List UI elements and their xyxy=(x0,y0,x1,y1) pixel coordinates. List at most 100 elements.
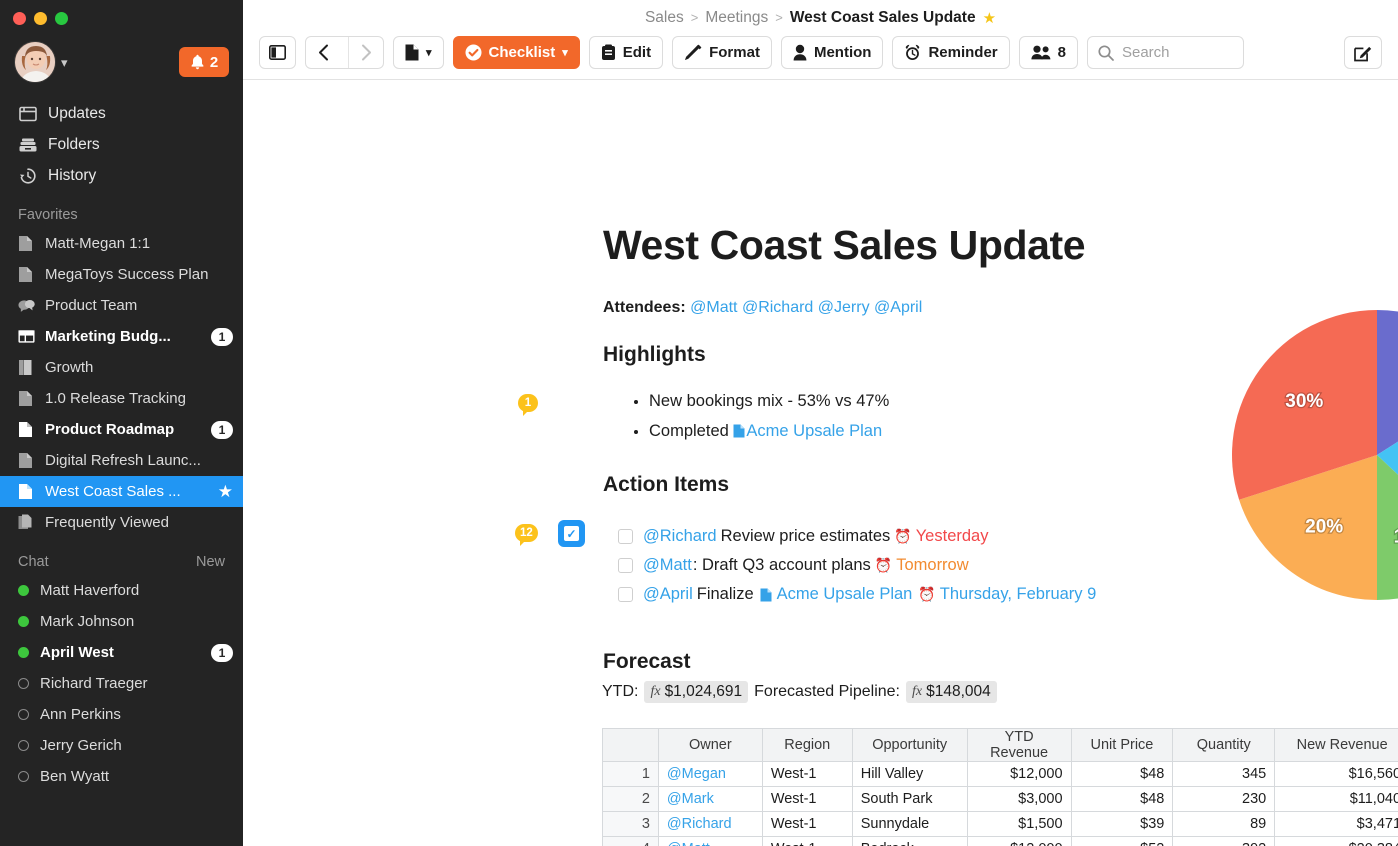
pipeline-value-chip[interactable]: fx $148,004 xyxy=(906,681,997,703)
column-header-new-revenue[interactable]: New Revenue xyxy=(1274,728,1398,762)
cell-owner[interactable]: @Matt xyxy=(657,836,763,846)
table-row[interactable]: 2 @Mark West-1 South Park $3,000 $48 230… xyxy=(602,786,1398,812)
link-acme-upsale-plan[interactable]: Acme Upsale Plan xyxy=(746,422,882,440)
due-date[interactable]: Yesterday xyxy=(916,527,989,546)
column-header-ytd-revenue[interactable]: YTD Revenue xyxy=(966,728,1072,762)
cell-quantity[interactable]: 392 xyxy=(1172,836,1276,846)
checkbox[interactable] xyxy=(618,587,633,602)
comment-badge-actions[interactable]: 12 xyxy=(515,524,538,546)
sidebar-item-product-roadmap[interactable]: Product Roadmap 1 xyxy=(0,414,243,445)
mention-april[interactable]: @April xyxy=(874,299,922,316)
cell-region[interactable]: West-1 xyxy=(761,761,853,787)
compose-button[interactable] xyxy=(1344,36,1382,69)
toggle-sidebar-button[interactable] xyxy=(259,36,296,69)
cell-unit-price[interactable]: $48 xyxy=(1070,761,1174,787)
star-icon[interactable]: ★ xyxy=(218,483,233,500)
cell-unit-price[interactable]: $39 xyxy=(1070,811,1174,837)
mention-button[interactable]: Mention xyxy=(780,36,884,69)
chat-item-april-west[interactable]: April West 1 xyxy=(0,637,243,668)
mention-jerry[interactable]: @Jerry xyxy=(818,299,870,316)
chat-item-matt-haverford[interactable]: Matt Haverford xyxy=(0,575,243,606)
cell-new-revenue[interactable]: $11,040 xyxy=(1274,786,1398,812)
pie-slice-0[interactable] xyxy=(1377,310,1398,455)
pie-chart[interactable]: 16%21%13%20%30% xyxy=(1231,309,1398,601)
mention-richard[interactable]: @Richard xyxy=(643,527,717,546)
checkbox[interactable] xyxy=(618,529,633,544)
cell-region[interactable]: West-1 xyxy=(761,811,853,837)
cell-opportunity[interactable]: Bedrock xyxy=(851,836,968,846)
cell-owner[interactable]: @Mark xyxy=(657,786,763,812)
cell-opportunity[interactable]: South Park xyxy=(851,786,968,812)
sidebar-item-history[interactable]: History xyxy=(0,160,243,191)
notifications-button[interactable]: 2 xyxy=(179,47,229,77)
edit-button[interactable]: Edit xyxy=(588,36,664,69)
column-header-opportunity[interactable]: Opportunity xyxy=(851,728,968,762)
star-icon[interactable]: ★ xyxy=(983,9,996,27)
column-header-rownum[interactable] xyxy=(602,728,659,762)
column-header-owner[interactable]: Owner xyxy=(657,728,763,762)
sidebar-item-marketing-budget[interactable]: Marketing Budg... 1 xyxy=(0,321,243,352)
checklist-flag-button[interactable]: ✓ xyxy=(558,520,585,547)
sidebar-item-growth[interactable]: Growth xyxy=(0,352,243,383)
minimize-window-button[interactable] xyxy=(34,12,47,25)
forward-button[interactable] xyxy=(348,37,383,68)
mention-april[interactable]: @April xyxy=(643,585,693,604)
checkbox[interactable] xyxy=(618,558,633,573)
cell-quantity[interactable]: 345 xyxy=(1172,761,1276,787)
cell-ytd-revenue[interactable]: $12,000 xyxy=(966,836,1072,846)
cell-owner[interactable]: @Richard xyxy=(657,811,763,837)
cell-ytd-revenue[interactable]: $3,000 xyxy=(966,786,1072,812)
cell-opportunity[interactable]: Hill Valley xyxy=(851,761,968,787)
cell-owner[interactable]: @Megan xyxy=(657,761,763,787)
cell-unit-price[interactable]: $52 xyxy=(1070,836,1174,846)
table-row[interactable]: 1 @Megan West-1 Hill Valley $12,000 $48 … xyxy=(602,761,1398,787)
mention-matt[interactable]: @Matt xyxy=(643,556,692,575)
maximize-window-button[interactable] xyxy=(55,12,68,25)
avatar[interactable] xyxy=(14,41,56,83)
table-row[interactable]: 4 @Matt West-1 Bedrock $12,000 $52 392 $… xyxy=(602,836,1398,846)
cell-ytd-revenue[interactable]: $12,000 xyxy=(966,761,1072,787)
chat-item-jerry-gerich[interactable]: Jerry Gerich xyxy=(0,730,243,761)
back-button[interactable] xyxy=(306,37,341,68)
close-window-button[interactable] xyxy=(13,12,26,25)
link-acme-upsale-plan[interactable]: Acme Upsale Plan xyxy=(777,585,913,604)
cell-quantity[interactable]: 230 xyxy=(1172,786,1276,812)
people-button[interactable]: 8 xyxy=(1018,36,1078,69)
column-header-region[interactable]: Region xyxy=(761,728,853,762)
mention-richard[interactable]: @Richard xyxy=(742,299,813,316)
search-input[interactable]: Search xyxy=(1086,36,1244,69)
ytd-value-chip[interactable]: fx $1,024,691 xyxy=(644,681,749,703)
sidebar-item-updates[interactable]: Updates xyxy=(0,98,243,129)
cell-quantity[interactable]: 89 xyxy=(1172,811,1276,837)
reminder-button[interactable]: Reminder xyxy=(892,36,1010,69)
sidebar-item-product-team[interactable]: Product Team xyxy=(0,290,243,321)
user-chevron-down-icon[interactable]: ▾ xyxy=(61,56,68,69)
checklist-button[interactable]: Checklist ▾ xyxy=(452,36,580,69)
new-chat-button[interactable]: New xyxy=(196,554,225,570)
chat-item-ann-perkins[interactable]: Ann Perkins xyxy=(0,699,243,730)
cell-new-revenue[interactable]: $20,384 xyxy=(1274,836,1398,846)
sidebar-item-1-0-release-tracking[interactable]: 1.0 Release Tracking xyxy=(0,383,243,414)
chat-item-richard-traeger[interactable]: Richard Traeger xyxy=(0,668,243,699)
cell-region[interactable]: West-1 xyxy=(761,786,853,812)
sidebar-item-west-coast-sales[interactable]: West Coast Sales ... ★ xyxy=(0,476,243,507)
table-row[interactable]: 3 @Richard West-1 Sunnydale $1,500 $39 8… xyxy=(602,811,1398,837)
chat-item-mark-johnson[interactable]: Mark Johnson xyxy=(0,606,243,637)
cell-opportunity[interactable]: Sunnydale xyxy=(851,811,968,837)
sidebar-item-folders[interactable]: Folders xyxy=(0,129,243,160)
mention-matt[interactable]: @Matt xyxy=(690,299,737,316)
due-date[interactable]: Tomorrow xyxy=(896,556,968,575)
column-header-quantity[interactable]: Quantity xyxy=(1172,728,1276,762)
column-header-unit-price[interactable]: Unit Price xyxy=(1070,728,1174,762)
document-type-button[interactable]: ▾ xyxy=(393,36,444,69)
format-button[interactable]: Format xyxy=(672,36,772,69)
due-date[interactable]: Thursday, February 9 xyxy=(940,585,1097,604)
cell-ytd-revenue[interactable]: $1,500 xyxy=(966,811,1072,837)
cell-new-revenue[interactable]: $3,471 xyxy=(1274,811,1398,837)
sidebar-item-digital-refresh-launch[interactable]: Digital Refresh Launc... xyxy=(0,445,243,476)
cell-unit-price[interactable]: $48 xyxy=(1070,786,1174,812)
cell-new-revenue[interactable]: $16,560 xyxy=(1274,761,1398,787)
chat-item-ben-wyatt[interactable]: Ben Wyatt xyxy=(0,761,243,792)
sidebar-item-matt-megan-1-1[interactable]: Matt-Megan 1:1 xyxy=(0,228,243,259)
breadcrumb-meetings[interactable]: Meetings xyxy=(705,9,768,27)
